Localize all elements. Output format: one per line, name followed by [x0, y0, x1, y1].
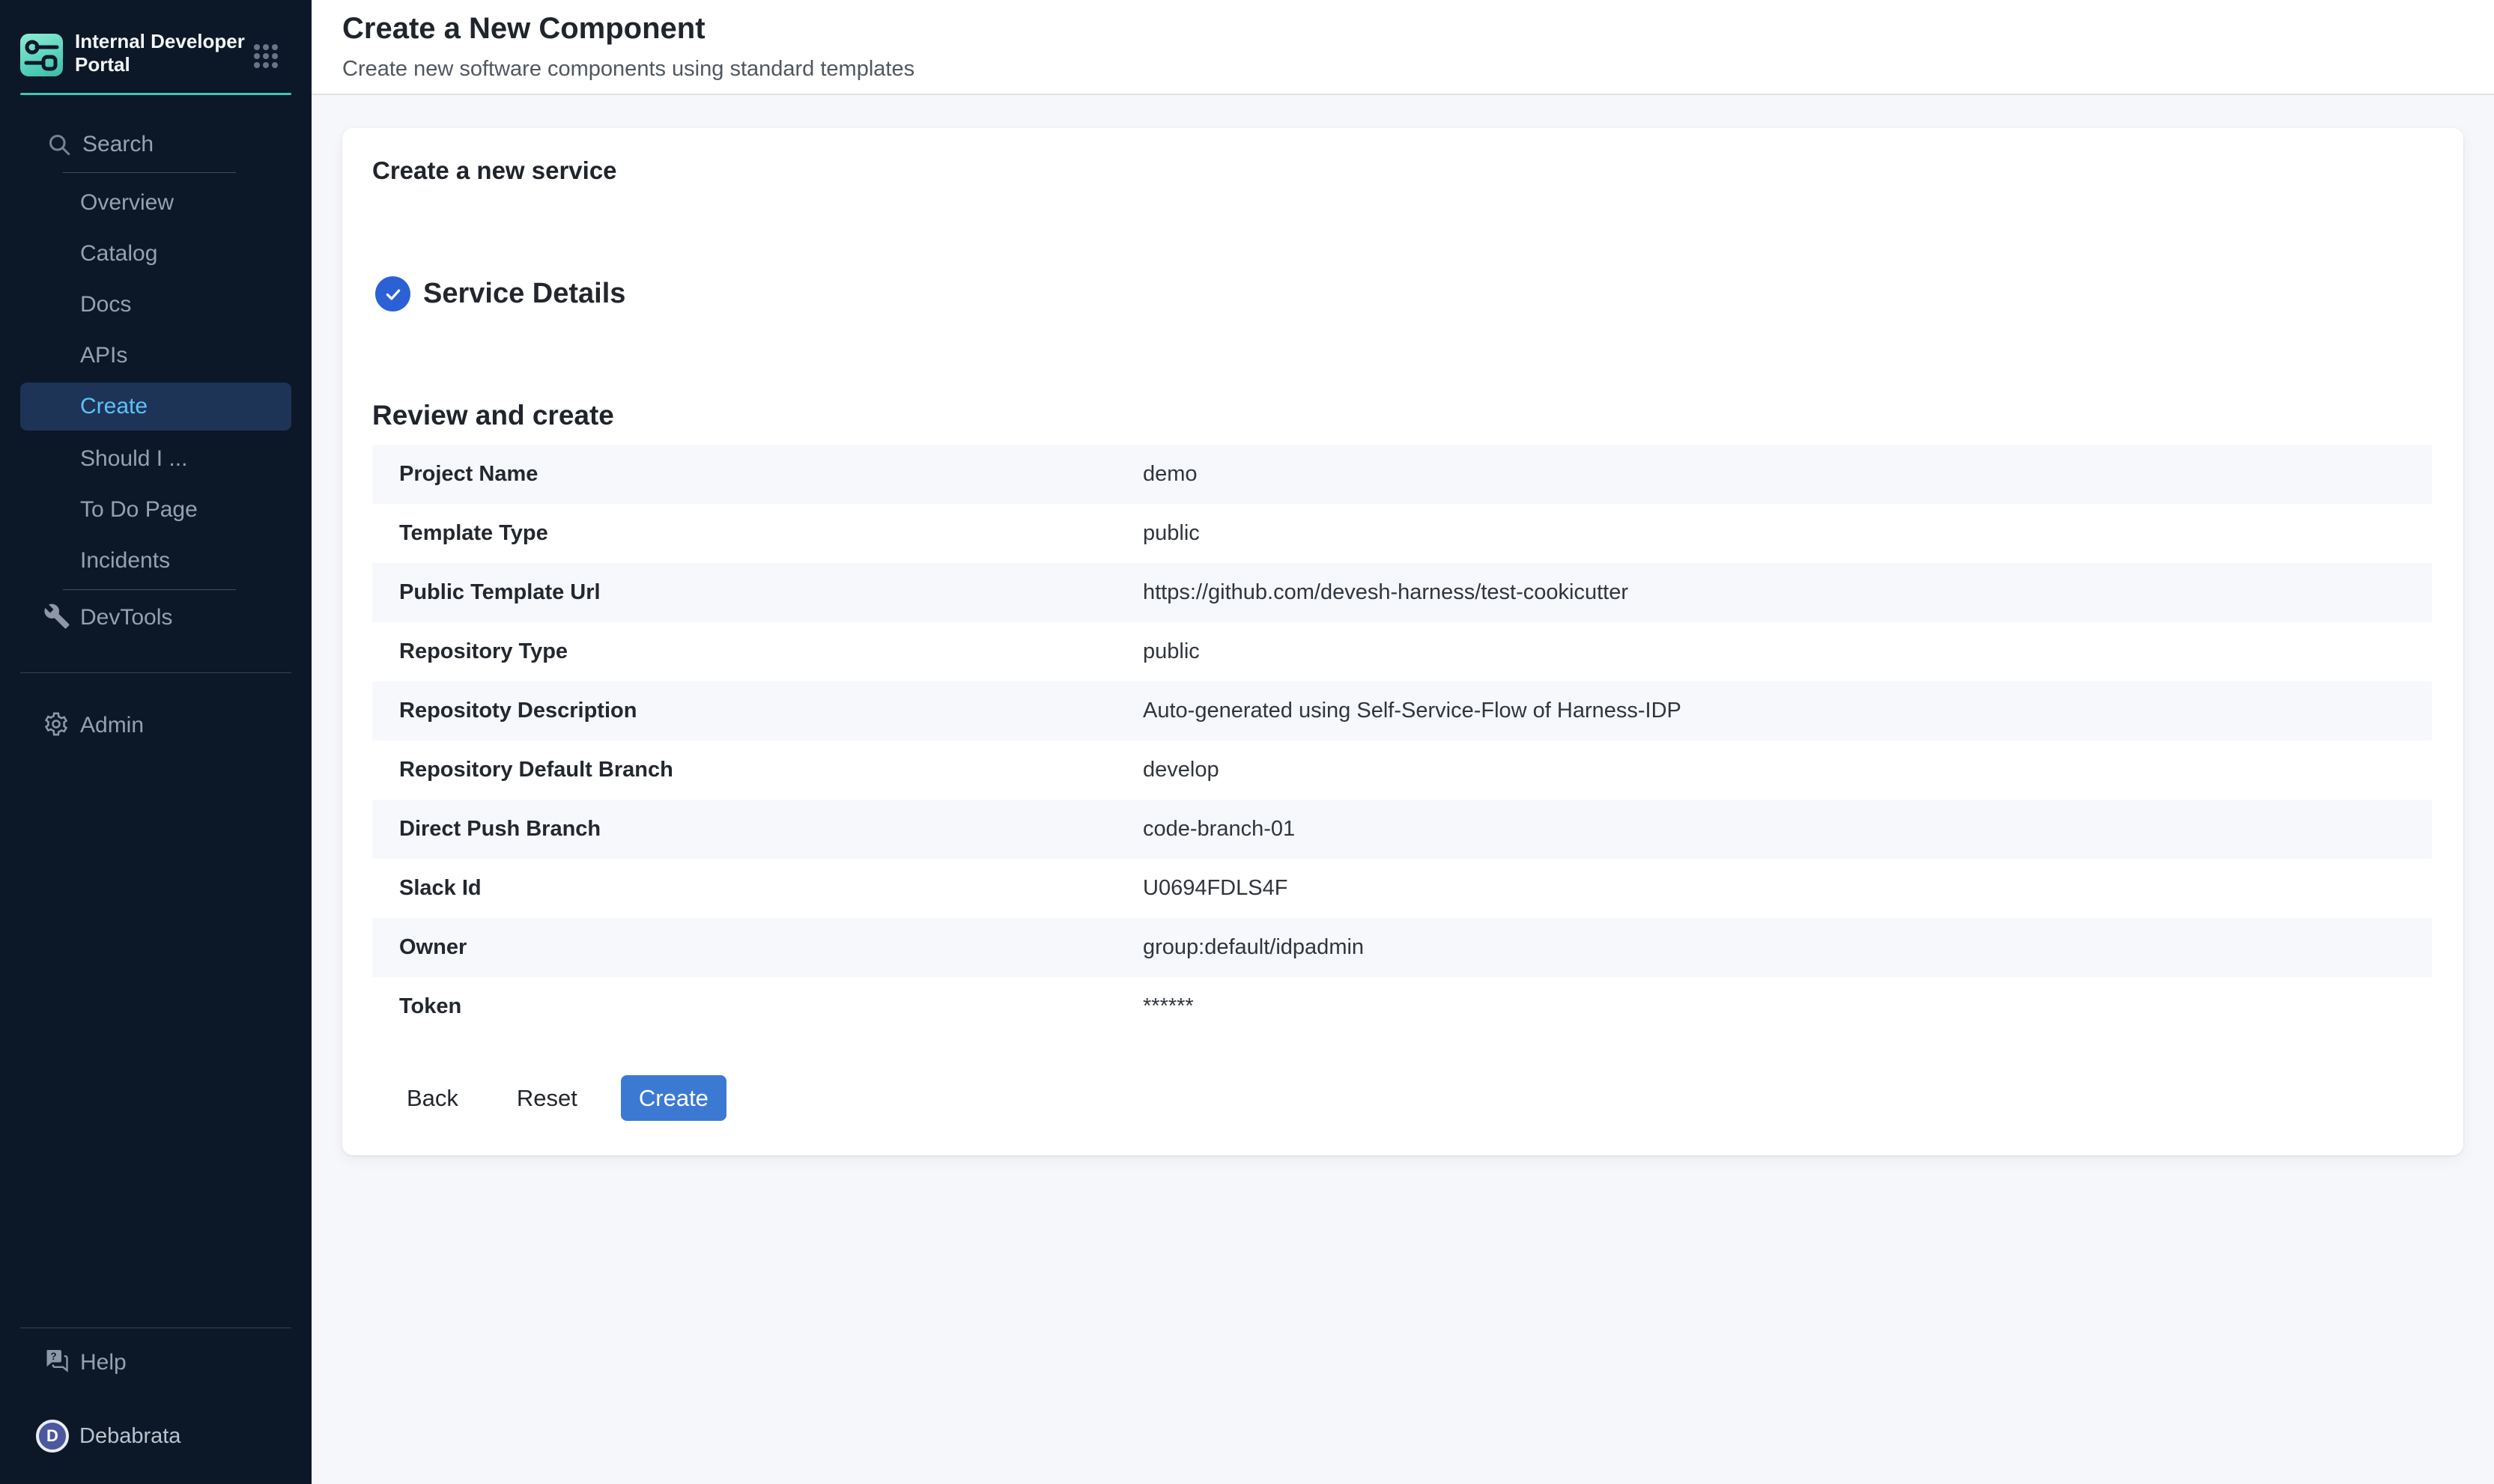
field-label: Direct Push Branch — [372, 817, 1143, 842]
page-header: Create a New Component Create new softwa… — [312, 0, 2494, 95]
form-actions: Back Reset Create — [372, 1075, 2430, 1121]
table-row: Slack Id U0694FDLS4F — [372, 859, 2432, 918]
gear-icon — [43, 711, 69, 741]
user-initial: D — [46, 1426, 58, 1446]
sidebar-item-label: Docs — [80, 292, 131, 317]
field-label: Repository Default Branch — [372, 758, 1143, 782]
field-value: public — [1143, 639, 2432, 664]
table-row: Repositoty Description Auto-generated us… — [372, 681, 2432, 741]
app-logo-icon — [20, 34, 63, 76]
svg-text:?: ? — [50, 1350, 56, 1361]
page-subtitle: Create new software components using sta… — [342, 57, 914, 82]
sidebar-item-create[interactable]: Create — [0, 381, 312, 432]
field-label: Slack Id — [372, 876, 1143, 901]
field-label: Template Type — [372, 521, 1143, 546]
page-content: Create a new service Service Details Rev… — [312, 95, 2494, 1155]
stepper-step-service-details[interactable]: Service Details — [375, 276, 2430, 311]
user-name: Debabrata — [79, 1424, 180, 1449]
sidebar-item-admin[interactable]: Admin — [0, 700, 312, 751]
field-value: Auto-generated using Self-Service-Flow o… — [1143, 699, 2432, 723]
sidebar-divider — [63, 589, 236, 590]
field-label: Repository Type — [372, 639, 1143, 664]
apps-grid-icon[interactable] — [253, 43, 279, 73]
step-completed-check-icon — [375, 276, 410, 311]
sidebar-item-label: Create — [80, 394, 148, 419]
help-chat-icon: ? — [43, 1348, 70, 1378]
reset-button[interactable]: Reset — [499, 1077, 595, 1119]
create-button[interactable]: Create — [621, 1075, 726, 1121]
table-row: Token ****** — [372, 977, 2432, 1036]
user-avatar: D — [36, 1420, 69, 1453]
sidebar-divider — [20, 672, 291, 673]
field-value: develop — [1143, 758, 2432, 782]
table-row: Project Name demo — [372, 445, 2432, 504]
sidebar-item-label: Catalog — [80, 241, 157, 267]
field-value: ****** — [1143, 994, 2432, 1019]
sliders-logo-glyph — [20, 34, 63, 76]
sidebar-item-should-i[interactable]: Should I ... — [0, 434, 312, 484]
sidebar-search[interactable]: Search — [0, 119, 312, 170]
wrench-icon — [43, 603, 70, 633]
review-table: Project Name demo Template Type public P… — [372, 445, 2432, 1036]
table-row: Repository Default Branch develop — [372, 741, 2432, 800]
sidebar-item-label: To Do Page — [80, 497, 198, 523]
field-value: https://github.com/devesh-harness/test-c… — [1143, 580, 2432, 605]
sidebar-item-label: Overview — [80, 190, 174, 216]
sidebar-item-overview[interactable]: Overview — [0, 177, 312, 228]
field-value: group:default/idpadmin — [1143, 935, 2432, 960]
sidebar-item-label: Help — [80, 1350, 127, 1375]
field-value: U0694FDLS4F — [1143, 876, 2432, 901]
sidebar-item-label: Admin — [80, 713, 144, 738]
table-row: Direct Push Branch code-branch-01 — [372, 800, 2432, 859]
sidebar: Internal Developer Portal Search Overvie… — [0, 0, 312, 1484]
field-label: Project Name — [372, 462, 1143, 487]
sidebar-item-label: APIs — [80, 343, 127, 368]
table-row: Owner group:default/idpadmin — [372, 918, 2432, 977]
sidebar-search-label: Search — [82, 132, 154, 157]
field-label: Token — [372, 994, 1143, 1019]
brand-accent-rule — [20, 93, 291, 95]
field-value: public — [1143, 521, 2432, 546]
search-icon — [46, 131, 73, 162]
review-section-title: Review and create — [372, 400, 2430, 431]
sidebar-item-apis[interactable]: APIs — [0, 330, 312, 381]
sidebar-item-catalog[interactable]: Catalog — [0, 228, 312, 279]
sidebar-user[interactable]: D Debabrata — [0, 1411, 312, 1462]
field-label: Public Template Url — [372, 580, 1143, 605]
table-row: Repository Type public — [372, 622, 2432, 681]
back-button[interactable]: Back — [389, 1077, 476, 1119]
sidebar-item-label: Should I ... — [80, 446, 187, 472]
field-label: Repositoty Description — [372, 699, 1143, 723]
sidebar-item-todo-page[interactable]: To Do Page — [0, 484, 312, 535]
main-area: Create a New Component Create new softwa… — [312, 0, 2494, 1484]
table-row: Template Type public — [372, 504, 2432, 563]
sidebar-item-label: DevTools — [80, 605, 172, 630]
field-value: demo — [1143, 462, 2432, 487]
table-row: Public Template Url https://github.com/d… — [372, 563, 2432, 622]
sidebar-item-docs[interactable]: Docs — [0, 279, 312, 330]
sidebar-item-label: Incidents — [80, 548, 170, 574]
sidebar-item-incidents[interactable]: Incidents — [0, 535, 312, 586]
sidebar-item-help[interactable]: ? Help — [0, 1337, 312, 1388]
step-label: Service Details — [423, 278, 625, 310]
sidebar-divider — [63, 172, 236, 173]
field-value: code-branch-01 — [1143, 817, 2432, 842]
field-label: Owner — [372, 935, 1143, 960]
app-title: Internal Developer Portal — [75, 30, 262, 76]
sidebar-item-devtools[interactable]: DevTools — [0, 592, 312, 643]
card-title: Create a new service — [372, 156, 2430, 185]
page-title: Create a New Component — [342, 12, 706, 46]
create-service-card: Create a new service Service Details Rev… — [342, 128, 2463, 1155]
